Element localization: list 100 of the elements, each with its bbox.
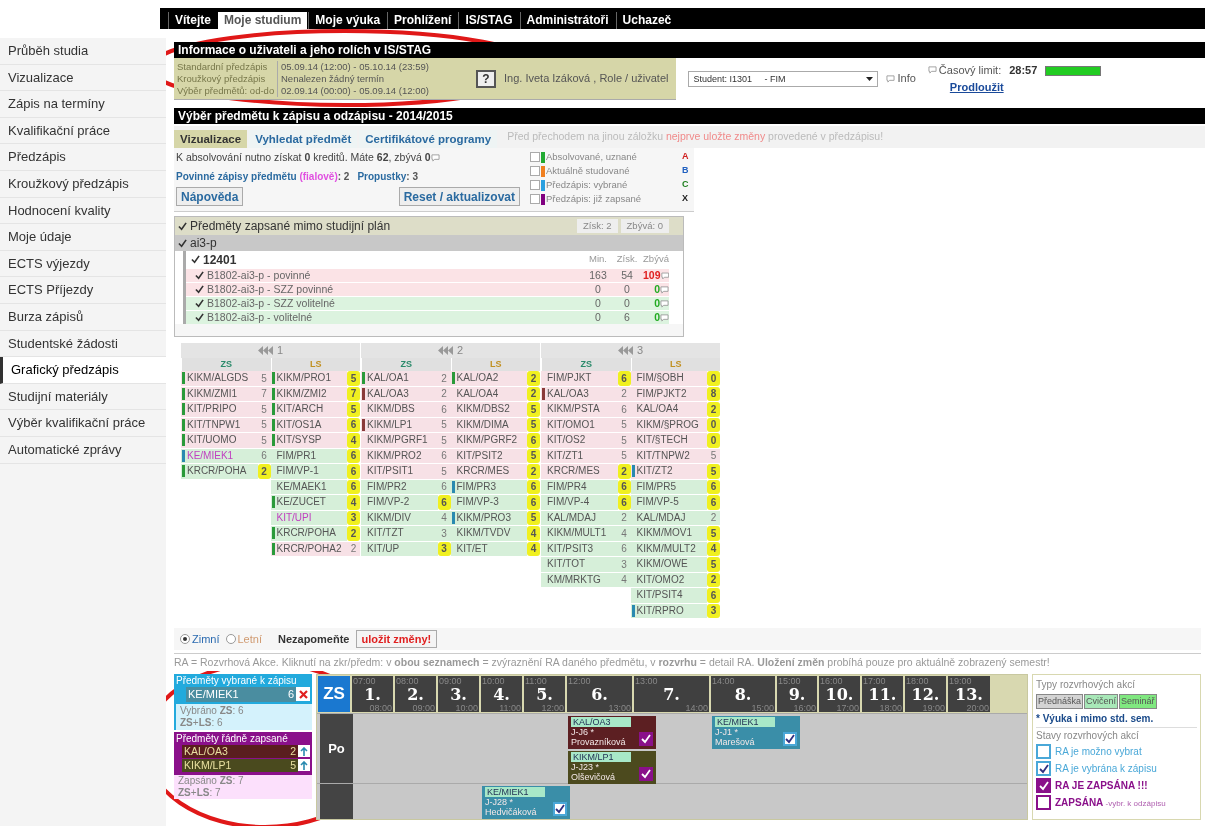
course-cell[interactable]: FIM/VP-5 xyxy=(630,495,707,510)
course-code: KIT/OMO1 xyxy=(547,418,595,431)
sidebar-item[interactable]: ECTS výjezdy xyxy=(0,250,166,278)
semester-radio[interactable]: Zimní xyxy=(180,630,220,648)
sidebar-item[interactable]: Předzápis xyxy=(0,144,166,171)
checkbox[interactable] xyxy=(194,298,204,309)
move-up-button[interactable] xyxy=(298,759,310,772)
enrolled-course[interactable]: KAL/OA3 2 xyxy=(182,744,298,758)
role-select[interactable]: Student: I1301 - FIM xyxy=(688,70,879,87)
plan-row[interactable]: B1802-ai3-p - volitelné 0 6 0 xyxy=(186,310,669,324)
sidebar-item[interactable]: Automatické zprávy xyxy=(0,436,166,464)
course-cell[interactable]: KIT/TZT xyxy=(361,526,438,541)
course-cell[interactable]: KIT/ZT2 xyxy=(630,464,707,479)
schedule-event[interactable]: KE/MIEK1 J-J28 * Hedvičáková xyxy=(482,785,570,819)
schedule-event[interactable]: KAL/OA3 J-J6 * Provazníková xyxy=(568,715,656,749)
course-cell[interactable]: KIKM/PRO1 xyxy=(270,371,347,386)
sidebar-item[interactable]: Kvalifikační práce xyxy=(0,117,166,145)
sidebar-item[interactable]: Studijní materiály xyxy=(0,383,166,411)
course-cell[interactable]: KIT/ARCH xyxy=(270,402,347,417)
course-cell[interactable]: KAL/OA4 xyxy=(630,402,707,417)
course-cell[interactable]: KIKM/ALGDS xyxy=(181,371,258,386)
course-cell[interactable]: FIM/VP-2 xyxy=(361,495,438,510)
course-cell[interactable]: KIT/SYSP xyxy=(270,433,347,448)
sidebar-item[interactable]: Grafický předzápis xyxy=(0,357,166,384)
view-tab[interactable]: Vizualizace xyxy=(174,130,248,148)
course-cell[interactable]: KIKM/MOV1 xyxy=(630,526,707,541)
course-cell[interactable]: FIM/PJKT xyxy=(541,371,618,386)
horizontal-scrollbar[interactable] xyxy=(175,324,683,336)
sidebar-item[interactable]: Výběr kvalifikační práce xyxy=(0,410,166,437)
legend-checkbox[interactable] xyxy=(530,180,540,190)
help-button[interactable]: Nápověda xyxy=(176,186,244,206)
course-cell[interactable]: KIT/§TECH xyxy=(630,433,707,448)
year-label: 1 xyxy=(276,343,284,359)
course-cell[interactable]: KRCR/MES xyxy=(450,464,527,479)
course-code: KAL/OA4 xyxy=(456,387,499,400)
legend-checkbox[interactable] xyxy=(530,152,540,162)
checkbox[interactable] xyxy=(194,312,204,323)
course-cell[interactable]: KIT/PRIPO xyxy=(181,402,258,417)
course-cell[interactable]: KIT/UOMO xyxy=(181,433,258,448)
course-cell[interactable]: KIKM/OWE xyxy=(630,557,707,572)
question-button[interactable]: ? xyxy=(476,69,496,88)
state-checkbox[interactable] xyxy=(783,731,797,746)
course-cell[interactable]: KIT/PSIT1 xyxy=(361,464,438,479)
view-tab[interactable]: Certifikátové programy xyxy=(359,130,498,148)
course-cell[interactable]: KIKM/TVDV xyxy=(450,526,527,541)
course-cell[interactable]: FIM/VP-1 xyxy=(270,464,347,479)
sidebar-item[interactable]: Průběh studia xyxy=(0,38,166,65)
legend-checkbox[interactable] xyxy=(530,166,540,176)
schedule-event[interactable]: KIKM/LP1 J-J23 * Olševičová xyxy=(568,750,656,784)
course-cell[interactable]: KIKM/MULT1 xyxy=(541,526,618,541)
course-cell[interactable]: KIKM/DBS2 xyxy=(450,402,527,417)
view-tab[interactable]: Vyhledat předmět xyxy=(249,130,358,148)
checkbox[interactable] xyxy=(177,238,187,248)
course-cell[interactable]: FIM/VP-3 xyxy=(450,495,527,510)
course-code: KIT/SYSP xyxy=(276,434,322,447)
event-type-tag: Cvičení xyxy=(1084,693,1119,710)
course-cell[interactable]: KIT/OS2 xyxy=(541,433,618,448)
course-cell[interactable]: KRCR/POHA xyxy=(270,526,347,541)
course-cell[interactable]: KAL/OA2 xyxy=(450,371,527,386)
course-cell[interactable]: KIKM/PSTA xyxy=(541,402,618,417)
checkbox[interactable] xyxy=(194,284,204,295)
course-cell[interactable]: KRCR/POHA xyxy=(181,464,258,479)
sidebar-item[interactable]: Kroužkový předzápis xyxy=(0,170,166,198)
plan-row[interactable]: B1802-ai3-p - povinné 163 54 109 xyxy=(186,268,669,282)
move-up-button[interactable] xyxy=(298,745,310,758)
sidebar-item[interactable]: Zápis na termíny xyxy=(0,91,166,118)
plan-row[interactable]: B1802-ai3-p - SZZ povinné 0 0 0 xyxy=(186,282,669,296)
extend-link[interactable]: Prodloužit xyxy=(949,78,1038,95)
course-cell[interactable]: KIKM/PGRF1 xyxy=(361,433,438,448)
remove-button[interactable] xyxy=(296,687,310,702)
course-cell[interactable]: KRCR/MES xyxy=(541,464,618,479)
chosen-course[interactable]: KE/MIEK1 6 xyxy=(186,686,296,702)
plan-row[interactable]: B1802-ai3-p - SZZ volitelné 0 0 0 xyxy=(186,296,669,310)
checkbox[interactable] xyxy=(194,270,204,281)
course-cell[interactable]: FIM/VP-4 xyxy=(541,495,618,510)
sidebar-item[interactable]: Moje údaje xyxy=(0,224,166,251)
info-link[interactable]: Info xyxy=(897,70,916,87)
course-cell[interactable]: KIKM/DBS xyxy=(361,402,438,417)
sidebar-item[interactable]: Burza zápisů xyxy=(0,303,166,331)
nav-tab[interactable]: Moje studium xyxy=(218,12,308,29)
reset-button[interactable]: Reset / aktualizovat xyxy=(398,186,520,206)
course-cell[interactable]: KE/ZUCET xyxy=(270,495,347,510)
legend-checkbox[interactable] xyxy=(530,194,540,204)
course-cell[interactable]: KIT/TOT xyxy=(541,557,618,572)
state-checkbox[interactable] xyxy=(639,731,653,746)
checkbox[interactable] xyxy=(190,254,200,265)
save-button[interactable]: uložit změny! xyxy=(355,630,438,648)
course-cell[interactable]: KIKM/PGRF2 xyxy=(450,433,527,448)
course-cell[interactable]: KAL/OA1 xyxy=(361,371,438,386)
sidebar-item[interactable]: ECTS Příjezdy xyxy=(0,277,166,304)
checkbox[interactable] xyxy=(177,221,187,231)
state-checkbox[interactable] xyxy=(639,766,653,781)
course-code: FIM/VP-2 xyxy=(367,496,410,509)
sidebar-item[interactable]: Vizualizace xyxy=(0,64,166,92)
schedule-event[interactable]: KE/MIEK1 J-J1 * Marešová xyxy=(712,715,800,749)
enrolled-course[interactable]: KIKM/LP1 5 xyxy=(182,758,298,772)
state-checkbox[interactable] xyxy=(553,801,567,816)
course-cell[interactable]: FIM/§OBH xyxy=(630,371,707,386)
sidebar-item[interactable]: Hodnocení kvality xyxy=(0,197,166,225)
course-cell[interactable]: KIT/PSIT4 xyxy=(630,588,707,603)
